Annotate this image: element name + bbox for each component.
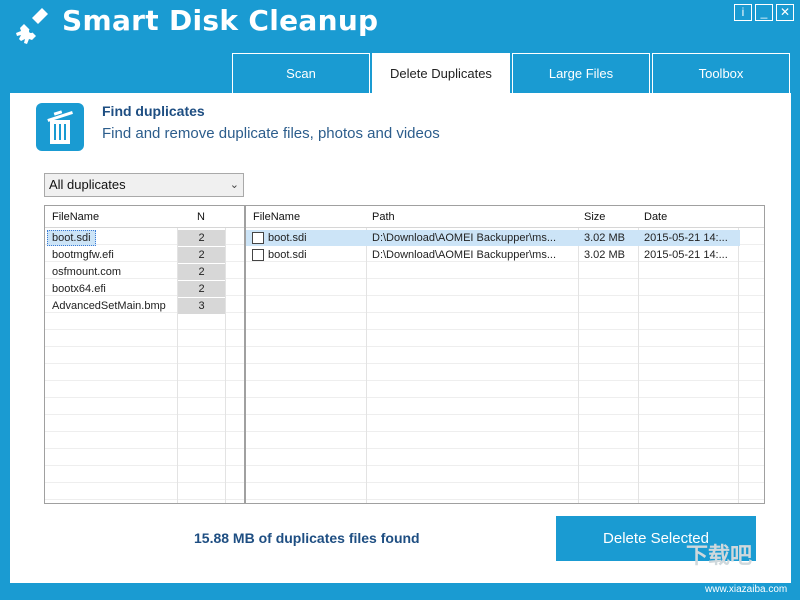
file-path: D:\Download\AOMEI Backupper\ms... (372, 232, 557, 244)
duplicates-summary: 15.88 MB of duplicates files found (194, 530, 420, 546)
tab-scan[interactable]: Scan (232, 53, 370, 93)
duplicate-count: 2 (178, 264, 225, 280)
file-name: osfmount.com (52, 266, 122, 278)
watermark-site: www.xiazaiba.com (705, 584, 788, 595)
column-header-size[interactable]: Size (584, 211, 605, 223)
broom-logo-icon (16, 8, 48, 44)
list-item[interactable]: bootx64.efi 2 (45, 281, 244, 298)
main-panel: Find duplicates Find and remove duplicat… (10, 93, 791, 583)
file-date: 2015-05-21 14:... (644, 249, 728, 261)
info-button[interactable]: i (734, 4, 752, 21)
tab-large-files[interactable]: Large Files (512, 53, 650, 93)
column-header-filename[interactable]: FileName (253, 211, 300, 223)
duplicate-count: 2 (178, 281, 225, 297)
file-name: boot.sdi (268, 232, 307, 244)
tab-bar: Scan Delete Duplicates Large Files Toolb… (232, 53, 792, 93)
app-title: Smart Disk Cleanup (62, 4, 379, 37)
duplicate-count: 3 (178, 298, 225, 314)
file-size: 3.02 MB (584, 249, 625, 261)
window-controls: i _ ✕ (734, 4, 794, 21)
column-header-count[interactable]: N (197, 211, 205, 223)
column-header-path[interactable]: Path (372, 211, 395, 223)
duplicate-files-list[interactable]: FileName Path Size Date boot.sdi D:\Down… (245, 205, 765, 504)
minimize-button[interactable]: _ (755, 4, 773, 21)
right-table-header: FileName Path Size Date (246, 206, 764, 228)
duplicate-count: 2 (178, 247, 225, 263)
table-row[interactable]: boot.sdi D:\Download\AOMEI Backupper\ms.… (246, 247, 740, 263)
file-name: bootmgfw.efi (52, 249, 114, 261)
tab-delete-duplicates[interactable]: Delete Duplicates (372, 53, 510, 93)
list-item[interactable]: osfmount.com 2 (45, 264, 244, 281)
section-subtitle: Find and remove duplicate files, photos … (102, 125, 440, 142)
file-path: D:\Download\AOMEI Backupper\ms... (372, 249, 557, 261)
section-title: Find duplicates (102, 103, 205, 119)
file-size: 3.02 MB (584, 232, 625, 244)
file-name: AdvancedSetMain.bmp (52, 300, 166, 312)
row-checkbox[interactable] (252, 249, 264, 261)
tab-toolbox[interactable]: Toolbox (652, 53, 790, 93)
left-table-header: FileName N (45, 206, 244, 228)
close-button[interactable]: ✕ (776, 4, 794, 21)
duplicate-count: 2 (178, 230, 225, 246)
filter-value: All duplicates (49, 177, 126, 192)
table-row[interactable]: boot.sdi D:\Download\AOMEI Backupper\ms.… (246, 230, 740, 246)
file-name: boot.sdi (268, 249, 307, 261)
list-item[interactable]: boot.sdi 2 (45, 230, 244, 247)
chevron-down-icon[interactable]: ⌄ (230, 174, 239, 196)
file-name: boot.sdi (47, 230, 96, 246)
duplicate-filter-dropdown[interactable]: All duplicates ⌄ (44, 173, 244, 197)
file-date: 2015-05-21 14:... (644, 232, 728, 244)
duplicate-groups-list[interactable]: FileName N boot.sdi 2 bootmgfw.efi 2 osf… (44, 205, 245, 504)
column-header-date[interactable]: Date (644, 211, 667, 223)
list-item[interactable]: AdvancedSetMain.bmp 3 (45, 298, 244, 315)
row-checkbox[interactable] (252, 232, 264, 244)
column-header-filename[interactable]: FileName (52, 211, 99, 223)
file-name: bootx64.efi (52, 283, 106, 295)
list-item[interactable]: bootmgfw.efi 2 (45, 247, 244, 264)
watermark-logo: 下载吧 (686, 543, 753, 568)
trash-icon (36, 103, 84, 151)
row-gridlines (246, 228, 764, 503)
